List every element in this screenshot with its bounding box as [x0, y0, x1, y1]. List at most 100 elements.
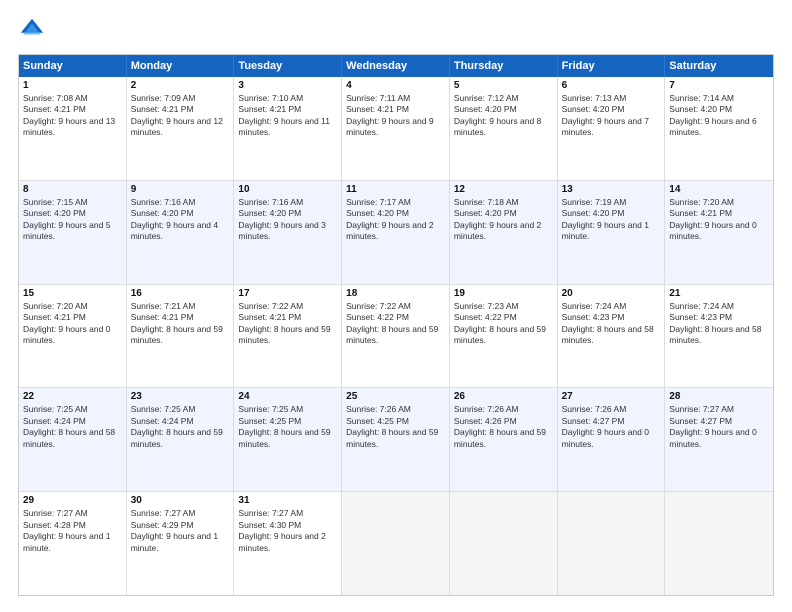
sunset-line: Sunset: 4:21 PM: [131, 104, 230, 115]
sunset-line: Sunset: 4:20 PM: [669, 104, 769, 115]
sunrise-line: Sunrise: 7:23 AM: [454, 301, 553, 312]
day-number: 4: [346, 80, 445, 91]
sunrise-line: Sunrise: 7:24 AM: [669, 301, 769, 312]
sunset-line: Sunset: 4:20 PM: [562, 104, 661, 115]
day-number: 13: [562, 184, 661, 195]
cal-cell: 2 Sunrise: 7:09 AM Sunset: 4:21 PM Dayli…: [127, 77, 235, 180]
daylight-line: Daylight: 9 hours and 8 minutes.: [454, 116, 553, 139]
day-number: 20: [562, 288, 661, 299]
sunset-line: Sunset: 4:28 PM: [23, 520, 122, 531]
calendar-header: SundayMondayTuesdayWednesdayThursdayFrid…: [19, 55, 773, 77]
daylight-line: Daylight: 8 hours and 59 minutes.: [454, 427, 553, 450]
sunset-line: Sunset: 4:30 PM: [238, 520, 337, 531]
cal-week: 29 Sunrise: 7:27 AM Sunset: 4:28 PM Dayl…: [19, 492, 773, 595]
sunset-line: Sunset: 4:20 PM: [454, 208, 553, 219]
cal-cell: 15 Sunrise: 7:20 AM Sunset: 4:21 PM Dayl…: [19, 285, 127, 388]
sunrise-line: Sunrise: 7:25 AM: [238, 404, 337, 415]
day-number: 24: [238, 391, 337, 402]
sunset-line: Sunset: 4:20 PM: [454, 104, 553, 115]
day-number: 18: [346, 288, 445, 299]
day-number: 26: [454, 391, 553, 402]
sunset-line: Sunset: 4:20 PM: [562, 208, 661, 219]
logo-icon: [18, 16, 46, 44]
sunrise-line: Sunrise: 7:15 AM: [23, 197, 122, 208]
daylight-line: Daylight: 9 hours and 13 minutes.: [23, 116, 122, 139]
cal-cell: 30 Sunrise: 7:27 AM Sunset: 4:29 PM Dayl…: [127, 492, 235, 595]
sunset-line: Sunset: 4:24 PM: [131, 416, 230, 427]
cal-cell: 6 Sunrise: 7:13 AM Sunset: 4:20 PM Dayli…: [558, 77, 666, 180]
sunset-line: Sunset: 4:20 PM: [238, 208, 337, 219]
daylight-line: Daylight: 8 hours and 58 minutes.: [23, 427, 122, 450]
sunset-line: Sunset: 4:22 PM: [454, 312, 553, 323]
sunrise-line: Sunrise: 7:20 AM: [23, 301, 122, 312]
sunset-line: Sunset: 4:20 PM: [131, 208, 230, 219]
cal-cell: 23 Sunrise: 7:25 AM Sunset: 4:24 PM Dayl…: [127, 388, 235, 491]
day-number: 10: [238, 184, 337, 195]
cal-header-day: Friday: [558, 55, 666, 77]
logo: [18, 16, 50, 44]
daylight-line: Daylight: 9 hours and 0 minutes.: [562, 427, 661, 450]
daylight-line: Daylight: 9 hours and 7 minutes.: [562, 116, 661, 139]
daylight-line: Daylight: 9 hours and 2 minutes.: [454, 220, 553, 243]
sunrise-line: Sunrise: 7:27 AM: [238, 508, 337, 519]
day-number: 12: [454, 184, 553, 195]
sunrise-line: Sunrise: 7:27 AM: [669, 404, 769, 415]
daylight-line: Daylight: 8 hours and 59 minutes.: [346, 427, 445, 450]
sunset-line: Sunset: 4:20 PM: [23, 208, 122, 219]
sunrise-line: Sunrise: 7:25 AM: [23, 404, 122, 415]
cal-cell: 27 Sunrise: 7:26 AM Sunset: 4:27 PM Dayl…: [558, 388, 666, 491]
cal-cell: 9 Sunrise: 7:16 AM Sunset: 4:20 PM Dayli…: [127, 181, 235, 284]
day-number: 27: [562, 391, 661, 402]
sunset-line: Sunset: 4:29 PM: [131, 520, 230, 531]
sunrise-line: Sunrise: 7:27 AM: [131, 508, 230, 519]
cal-cell: 4 Sunrise: 7:11 AM Sunset: 4:21 PM Dayli…: [342, 77, 450, 180]
day-number: 9: [131, 184, 230, 195]
day-number: 29: [23, 495, 122, 506]
cal-cell: 12 Sunrise: 7:18 AM Sunset: 4:20 PM Dayl…: [450, 181, 558, 284]
page: SundayMondayTuesdayWednesdayThursdayFrid…: [0, 0, 792, 612]
day-number: 14: [669, 184, 769, 195]
cal-cell: 25 Sunrise: 7:26 AM Sunset: 4:25 PM Dayl…: [342, 388, 450, 491]
header: [18, 16, 774, 44]
cal-cell: 31 Sunrise: 7:27 AM Sunset: 4:30 PM Dayl…: [234, 492, 342, 595]
cal-cell: 22 Sunrise: 7:25 AM Sunset: 4:24 PM Dayl…: [19, 388, 127, 491]
sunset-line: Sunset: 4:21 PM: [23, 312, 122, 323]
sunset-line: Sunset: 4:22 PM: [346, 312, 445, 323]
day-number: 7: [669, 80, 769, 91]
day-number: 30: [131, 495, 230, 506]
cal-cell: 10 Sunrise: 7:16 AM Sunset: 4:20 PM Dayl…: [234, 181, 342, 284]
cal-cell: 26 Sunrise: 7:26 AM Sunset: 4:26 PM Dayl…: [450, 388, 558, 491]
sunset-line: Sunset: 4:21 PM: [131, 312, 230, 323]
sunset-line: Sunset: 4:27 PM: [562, 416, 661, 427]
cal-cell: 7 Sunrise: 7:14 AM Sunset: 4:20 PM Dayli…: [665, 77, 773, 180]
sunrise-line: Sunrise: 7:08 AM: [23, 93, 122, 104]
sunrise-line: Sunrise: 7:17 AM: [346, 197, 445, 208]
day-number: 8: [23, 184, 122, 195]
cal-header-day: Tuesday: [234, 55, 342, 77]
daylight-line: Daylight: 9 hours and 6 minutes.: [669, 116, 769, 139]
sunset-line: Sunset: 4:20 PM: [346, 208, 445, 219]
cal-cell: 17 Sunrise: 7:22 AM Sunset: 4:21 PM Dayl…: [234, 285, 342, 388]
sunrise-line: Sunrise: 7:16 AM: [131, 197, 230, 208]
cal-cell: [450, 492, 558, 595]
calendar: SundayMondayTuesdayWednesdayThursdayFrid…: [18, 54, 774, 596]
sunrise-line: Sunrise: 7:26 AM: [454, 404, 553, 415]
daylight-line: Daylight: 8 hours and 59 minutes.: [131, 427, 230, 450]
cal-cell: 3 Sunrise: 7:10 AM Sunset: 4:21 PM Dayli…: [234, 77, 342, 180]
cal-header-day: Thursday: [450, 55, 558, 77]
daylight-line: Daylight: 9 hours and 11 minutes.: [238, 116, 337, 139]
sunrise-line: Sunrise: 7:20 AM: [669, 197, 769, 208]
day-number: 16: [131, 288, 230, 299]
cal-cell: 16 Sunrise: 7:21 AM Sunset: 4:21 PM Dayl…: [127, 285, 235, 388]
sunrise-line: Sunrise: 7:09 AM: [131, 93, 230, 104]
sunrise-line: Sunrise: 7:14 AM: [669, 93, 769, 104]
daylight-line: Daylight: 9 hours and 3 minutes.: [238, 220, 337, 243]
day-number: 17: [238, 288, 337, 299]
cal-cell: 24 Sunrise: 7:25 AM Sunset: 4:25 PM Dayl…: [234, 388, 342, 491]
cal-cell: 20 Sunrise: 7:24 AM Sunset: 4:23 PM Dayl…: [558, 285, 666, 388]
sunset-line: Sunset: 4:25 PM: [238, 416, 337, 427]
cal-week: 8 Sunrise: 7:15 AM Sunset: 4:20 PM Dayli…: [19, 181, 773, 285]
daylight-line: Daylight: 9 hours and 1 minute.: [562, 220, 661, 243]
day-number: 11: [346, 184, 445, 195]
sunset-line: Sunset: 4:27 PM: [669, 416, 769, 427]
